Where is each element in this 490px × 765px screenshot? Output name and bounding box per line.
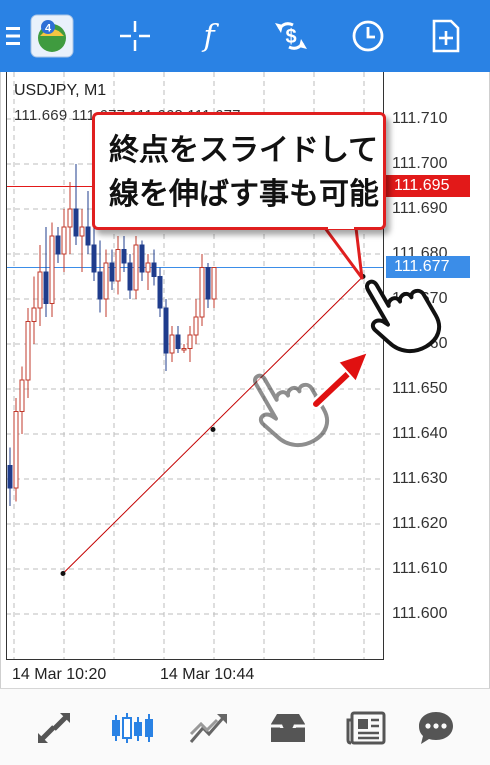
chart-icon[interactable]	[92, 689, 172, 765]
price-axis-label: 111.660	[392, 335, 448, 352]
price-axis-label: 111.630	[392, 470, 448, 487]
price-axis-label: 111.640	[392, 425, 448, 442]
price-axis-label: 111.650	[392, 380, 448, 397]
news-icon[interactable]	[326, 689, 406, 765]
price-axis-label: 111.620	[392, 515, 448, 532]
bottom-nav	[0, 688, 490, 765]
history-icon[interactable]	[248, 689, 328, 765]
callout-pointer-cover	[328, 222, 354, 229]
price-axis-label: 111.600	[392, 605, 448, 622]
trade-icon[interactable]	[168, 689, 248, 765]
chat-icon[interactable]	[396, 689, 476, 765]
quotes-icon[interactable]	[14, 689, 94, 765]
price-axis-label: 111.610	[392, 560, 448, 577]
time-axis-label: 14 Mar 10:44	[160, 666, 255, 683]
time-axis-label: 14 Mar 10:20	[12, 666, 107, 683]
